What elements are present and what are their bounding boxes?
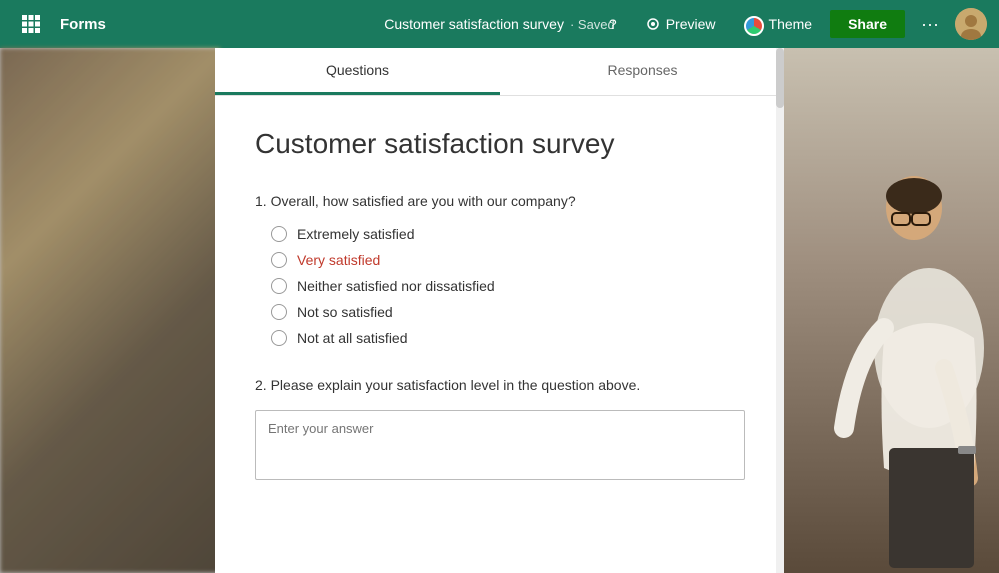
list-item[interactable]: Not so satisfied xyxy=(271,304,745,320)
tab-questions[interactable]: Questions xyxy=(215,48,500,95)
avatar[interactable] xyxy=(955,8,987,40)
radio-circle xyxy=(271,226,287,242)
preview-button[interactable]: Preview xyxy=(635,10,726,38)
question-2-number: 2. xyxy=(255,377,267,393)
text-answer-input[interactable] xyxy=(255,410,745,480)
topbar-center: Customer satisfaction survey · Saved xyxy=(384,16,615,32)
topbar: Forms Customer satisfaction survey · Sav… xyxy=(0,0,999,48)
survey-title: Customer satisfaction survey xyxy=(255,126,745,162)
theme-button[interactable]: Theme xyxy=(734,8,823,40)
question-1-text: Overall, how satisfied are you with our … xyxy=(271,193,576,209)
radio-circle xyxy=(271,252,287,268)
option-label: Not at all satisfied xyxy=(297,330,408,346)
option-label-selected: Very satisfied xyxy=(297,252,380,268)
question-1-number: 1. xyxy=(255,193,267,209)
form-content: Customer satisfaction survey 1. Overall,… xyxy=(215,96,785,573)
question-2-label: 2. Please explain your satisfaction leve… xyxy=(255,376,745,396)
waffle-button[interactable] xyxy=(12,9,50,39)
radio-group-1: Extremely satisfied Very satisfied Neith… xyxy=(271,226,745,346)
share-label: Share xyxy=(848,16,887,32)
tabs: Questions Responses xyxy=(215,48,785,96)
survey-title-header: Customer satisfaction survey xyxy=(384,16,564,32)
option-label: Neither satisfied nor dissatisfied xyxy=(297,278,495,294)
option-label: Not so satisfied xyxy=(297,304,393,320)
avatar-image xyxy=(955,8,987,40)
scrollbar-thumb[interactable] xyxy=(776,48,784,108)
form-container: Questions Responses Customer satisfactio… xyxy=(215,48,785,573)
list-item[interactable]: Extremely satisfied xyxy=(271,226,745,242)
share-button[interactable]: Share xyxy=(830,10,905,38)
topbar-left: Forms xyxy=(12,9,106,39)
question-2: 2. Please explain your satisfaction leve… xyxy=(255,376,745,485)
radio-circle xyxy=(271,330,287,346)
more-options-button[interactable]: ··· xyxy=(913,8,947,41)
question-1: 1. Overall, how satisfied are you with o… xyxy=(255,192,745,346)
app-title: Forms xyxy=(60,16,106,33)
preview-label: Preview xyxy=(666,16,716,32)
saved-indicator: · Saved xyxy=(570,17,615,32)
main-area: Questions Responses Customer satisfactio… xyxy=(0,48,999,573)
question-1-label: 1. Overall, how satisfied are you with o… xyxy=(255,192,745,212)
theme-label: Theme xyxy=(769,16,813,32)
bg-right-person xyxy=(784,48,999,573)
scrollbar-track xyxy=(776,48,784,573)
radio-circle xyxy=(271,304,287,320)
tab-responses[interactable]: Responses xyxy=(500,48,785,95)
option-label: Extremely satisfied xyxy=(297,226,414,242)
theme-icon xyxy=(744,16,764,36)
list-item[interactable]: Neither satisfied nor dissatisfied xyxy=(271,278,745,294)
person-illustration xyxy=(784,48,999,573)
more-icon: ··· xyxy=(921,14,939,34)
bg-left-overlay xyxy=(0,48,220,573)
topbar-right: ? Preview Theme Share ··· xyxy=(599,8,987,41)
list-item[interactable]: Very satisfied xyxy=(271,252,745,268)
preview-icon xyxy=(645,16,661,32)
radio-circle xyxy=(271,278,287,294)
question-2-text: Please explain your satisfaction level i… xyxy=(271,377,641,393)
list-item[interactable]: Not at all satisfied xyxy=(271,330,745,346)
